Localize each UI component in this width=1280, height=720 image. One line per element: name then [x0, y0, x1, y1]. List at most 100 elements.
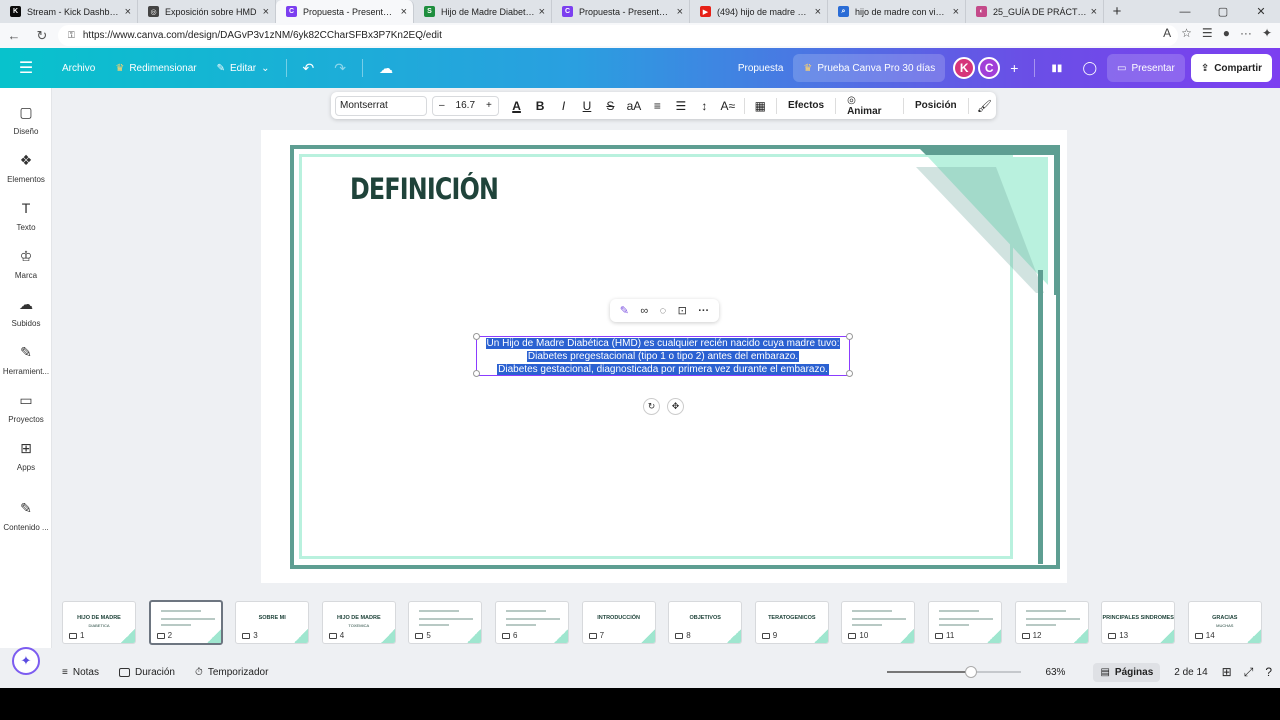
- duracion-button[interactable]: Duración: [118, 667, 175, 678]
- selected-text-box[interactable]: Un Hijo de Madre Diabética (HMD) es cual…: [476, 336, 850, 376]
- efectos-button[interactable]: Efectos: [781, 100, 831, 111]
- close-window-icon[interactable]: ✕: [1242, 0, 1280, 23]
- read-aloud-icon[interactable]: A: [1163, 26, 1171, 40]
- main-menu-button[interactable]: ☰: [0, 54, 52, 82]
- text-line-content[interactable]: Un Hijo de Madre Diabética (HMD) es cual…: [485, 338, 841, 349]
- page-thumbnail[interactable]: SOBRE MI 3: [235, 601, 310, 644]
- browser-tab[interactable]: ◎ Exposición sobre HMD ×: [138, 0, 276, 23]
- page-thumbnail[interactable]: HIJO DE MADRE TOXEMICA 4: [321, 601, 396, 644]
- page-thumbnail[interactable]: INTRODUCCIÓN 7: [581, 601, 656, 644]
- align-center-icon[interactable]: ≡: [646, 99, 669, 113]
- more-options-icon[interactable]: ···: [698, 305, 709, 317]
- browser-tab[interactable]: S Hijo de Madre Diabetico - E ×: [414, 0, 552, 23]
- page-thumbnail[interactable]: HIJO DE MADRE DIABETICA 1: [62, 601, 136, 644]
- zoom-slider[interactable]: [887, 666, 1021, 678]
- font-size-value[interactable]: 16.7: [456, 100, 475, 111]
- text-color-icon[interactable]: A: [505, 99, 528, 113]
- redimensionar-button[interactable]: ♛ Redimensionar: [105, 54, 206, 82]
- site-info-icon[interactable]: ⚿: [68, 30, 75, 41]
- letter-case-icon[interactable]: aA: [622, 99, 645, 113]
- page-thumbnail[interactable]: 5: [408, 601, 483, 644]
- transparency-icon[interactable]: ▦: [749, 99, 772, 113]
- avatar[interactable]: C: [978, 57, 1001, 79]
- rotate-button[interactable]: ↻: [643, 398, 660, 415]
- reload-icon[interactable]: ↻: [28, 28, 56, 44]
- posicion-button[interactable]: Posición: [908, 100, 964, 111]
- browser-tab[interactable]: ◐ 25_GUÍA DE PRÁCTICA CLÍ ×: [966, 0, 1104, 23]
- compartir-button[interactable]: ⇪ Compartir: [1190, 54, 1272, 82]
- url-field[interactable]: ⚿ https://www.canva.com/design/DAGvP3v1z…: [58, 25, 1178, 46]
- increase-size-icon[interactable]: +: [486, 100, 492, 111]
- undo-button[interactable]: ↶: [293, 54, 325, 82]
- temporizador-button[interactable]: ⏱ Temporizador: [195, 667, 268, 678]
- magic-assistant-button[interactable]: ✦: [12, 647, 40, 675]
- text-line-content[interactable]: Diabetes pregestacional (tipo 1 o tipo 2…: [526, 351, 800, 362]
- help-icon[interactable]: ?: [1265, 665, 1272, 679]
- sidebar-item[interactable]: ⊞ Apps: [0, 438, 52, 473]
- paginas-button[interactable]: ▤ Páginas: [1093, 662, 1161, 682]
- sidebar-item[interactable]: ❖ Elementos: [0, 150, 52, 185]
- close-tab-icon[interactable]: ×: [539, 6, 545, 18]
- underline-icon[interactable]: U: [575, 99, 598, 113]
- magic-write-icon[interactable]: ✎: [620, 304, 629, 317]
- sidebar-item[interactable]: ✎ Herramient...: [0, 342, 52, 377]
- comments-button[interactable]: ◯: [1072, 54, 1107, 82]
- browser-tab[interactable]: ▶ (494) hijo de madre con vih ×: [690, 0, 828, 23]
- copilot-icon[interactable]: ✦: [1262, 26, 1272, 40]
- bullet-list-icon[interactable]: ☰: [669, 99, 692, 113]
- resize-handle[interactable]: [473, 370, 480, 377]
- browser-tab[interactable]: K Stream - Kick Dashboard ×: [0, 0, 138, 23]
- editar-button[interactable]: ✎ Editar ⌄: [207, 54, 280, 82]
- presentar-button[interactable]: ▭ Presentar: [1107, 54, 1185, 82]
- new-tab-button[interactable]: +: [1104, 0, 1130, 23]
- redo-button[interactable]: ↷: [324, 54, 356, 82]
- text-line-content[interactable]: Diabetes gestacional, diagnosticada por …: [497, 364, 829, 375]
- more-options-icon[interactable]: ···: [1240, 26, 1252, 40]
- font-size-stepper[interactable]: – 16.7 +: [432, 95, 499, 116]
- add-collaborator-button[interactable]: +: [1000, 54, 1028, 82]
- close-tab-icon[interactable]: ×: [815, 6, 821, 18]
- sidebar-item[interactable]: T Texto: [0, 198, 52, 232]
- sidebar-item[interactable]: ♔ Marca: [0, 246, 52, 281]
- close-tab-icon[interactable]: ×: [953, 6, 959, 18]
- page-thumbnail[interactable]: 6: [495, 601, 569, 644]
- close-tab-icon[interactable]: ×: [401, 6, 407, 18]
- font-family-selector[interactable]: Montserrat: [335, 95, 428, 116]
- page-thumbnail[interactable]: 2: [148, 600, 223, 645]
- lock-icon[interactable]: ⊡: [678, 304, 687, 317]
- favorite-star-icon[interactable]: ☆: [1181, 26, 1192, 40]
- sidebar-item[interactable]: ✎ Contenido ...: [0, 498, 52, 533]
- pro-trial-button[interactable]: ♛ Prueba Canva Pro 30 días: [793, 54, 946, 82]
- avatar[interactable]: K: [953, 57, 976, 79]
- archivo-button[interactable]: Archivo: [52, 54, 105, 82]
- resize-handle[interactable]: [846, 333, 853, 340]
- save-status-button[interactable]: ☁: [369, 54, 403, 82]
- page-thumbnail[interactable]: 12: [1014, 601, 1089, 644]
- close-tab-icon[interactable]: ×: [125, 6, 131, 18]
- page-thumbnail[interactable]: GRACIAS MUCHAS 14: [1187, 601, 1262, 644]
- profile-icon[interactable]: ●: [1223, 26, 1230, 40]
- sidebar-item[interactable]: ☁ Subidos: [0, 294, 52, 329]
- paint-format-icon[interactable]: 🖌: [973, 99, 996, 113]
- comment-add-icon[interactable]: ◌: [660, 305, 667, 317]
- resize-handle[interactable]: [846, 370, 853, 377]
- design-title[interactable]: Propuesta: [728, 54, 794, 82]
- browser-tab[interactable]: ⌕ hijo de madre con vih pdf - ×: [828, 0, 966, 23]
- decrease-size-icon[interactable]: –: [439, 100, 445, 111]
- insights-button[interactable]: ▮▮: [1041, 54, 1072, 82]
- slide-title[interactable]: DEFINICIÓN: [350, 172, 499, 206]
- minimize-icon[interactable]: —: [1166, 0, 1204, 23]
- browser-tab[interactable]: C Propuesta - Presentación ×: [552, 0, 690, 23]
- bold-icon[interactable]: B: [528, 99, 551, 113]
- italic-icon[interactable]: I: [552, 99, 575, 113]
- strikethrough-icon[interactable]: S: [599, 99, 622, 113]
- close-tab-icon[interactable]: ×: [263, 6, 269, 18]
- text-effects-icon[interactable]: A≈: [716, 99, 739, 113]
- browser-tab[interactable]: C Propuesta - Presentación ×: [276, 0, 414, 23]
- sidebar-item[interactable]: ▢ Diseño: [0, 102, 52, 137]
- close-tab-icon[interactable]: ×: [1091, 6, 1097, 18]
- fullscreen-icon[interactable]: ⤢: [1244, 665, 1254, 680]
- page-thumbnail[interactable]: OBJETIVOS 8: [668, 601, 743, 644]
- zoom-level[interactable]: 63%: [1045, 667, 1065, 678]
- sidebar-item[interactable]: ▭ Proyectos: [0, 390, 52, 425]
